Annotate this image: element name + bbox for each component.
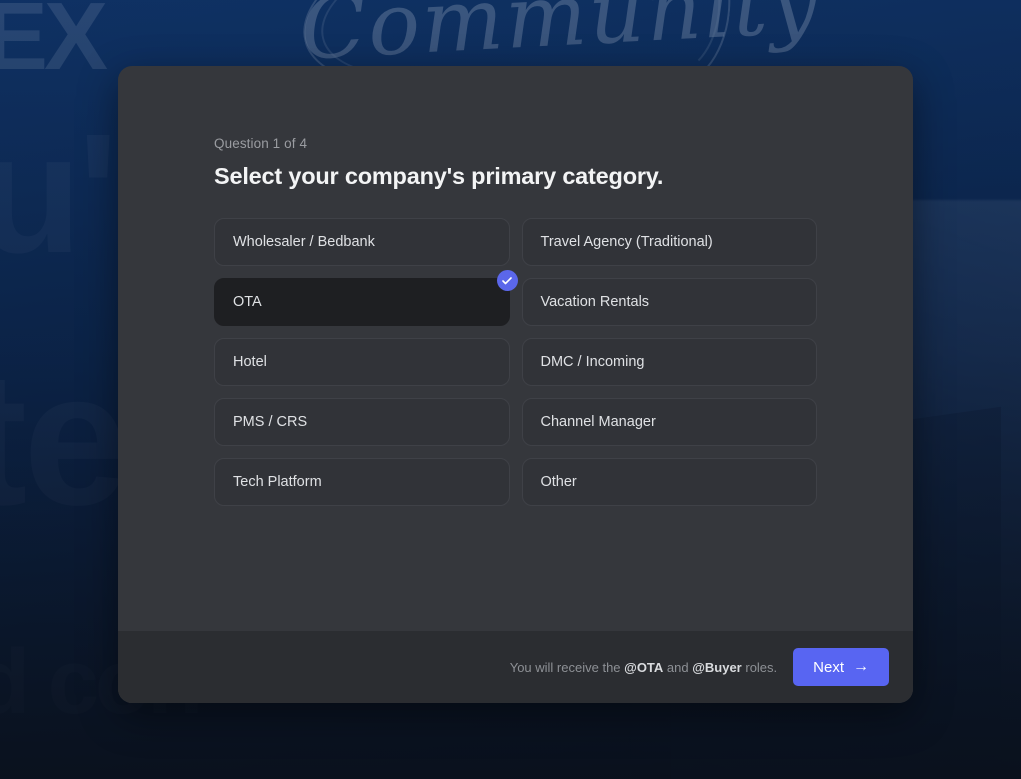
category-option[interactable]: Travel Agency (Traditional): [521, 218, 817, 266]
arrow-right-icon: →: [853, 658, 869, 675]
category-option-label: PMS / CRS: [233, 414, 308, 430]
category-option[interactable]: Vacation Rentals: [521, 278, 817, 326]
category-option-label: Wholesaler / Bedbank: [233, 234, 375, 250]
category-option-label: Vacation Rentals: [540, 294, 650, 310]
role-badge-buyer: @Buyer: [692, 659, 742, 675]
category-option-label: Travel Agency (Traditional): [540, 234, 713, 250]
role-note-suffix: roles.: [741, 659, 778, 675]
category-options-grid: Wholesaler / Bedbank Travel Agency (Tradi…: [214, 218, 817, 506]
category-option-label: OTA: [233, 294, 262, 310]
category-option[interactable]: Wholesaler / Bedbank: [214, 218, 510, 266]
category-option-label: DMC / Incoming: [540, 354, 645, 370]
modal-body: Question 1 of 4 Select your company's pr…: [118, 66, 913, 631]
category-option[interactable]: PMS / CRS: [214, 398, 510, 446]
category-option[interactable]: Other: [521, 458, 817, 506]
role-note-middle: and: [663, 659, 693, 675]
role-badge-ota: @OTA: [624, 659, 664, 675]
next-button-label: Next: [813, 658, 844, 676]
category-option-label: Channel Manager: [540, 414, 656, 430]
category-option-label: Hotel: [233, 354, 267, 370]
category-option-label: Other: [540, 474, 577, 490]
category-option[interactable]: Tech Platform: [214, 458, 510, 506]
category-option[interactable]: Channel Manager: [521, 398, 817, 446]
category-option[interactable]: OTA: [214, 270, 518, 326]
check-icon: [496, 270, 518, 291]
role-assignment-note: You will receive the @OTA and @Buyer rol…: [510, 660, 777, 675]
onboarding-modal: Question 1 of 4 Select your company's pr…: [118, 66, 913, 703]
category-option[interactable]: Hotel: [214, 338, 510, 386]
role-note-prefix: You will receive the: [509, 659, 625, 675]
modal-footer: You will receive the @OTA and @Buyer rol…: [118, 631, 913, 703]
question-title: Select your company's primary category.: [214, 163, 664, 189]
category-option[interactable]: DMC / Incoming: [521, 338, 817, 386]
next-button[interactable]: Next →: [793, 648, 889, 686]
category-option-label: Tech Platform: [233, 474, 322, 490]
question-counter: Question 1 of 4: [214, 136, 308, 151]
